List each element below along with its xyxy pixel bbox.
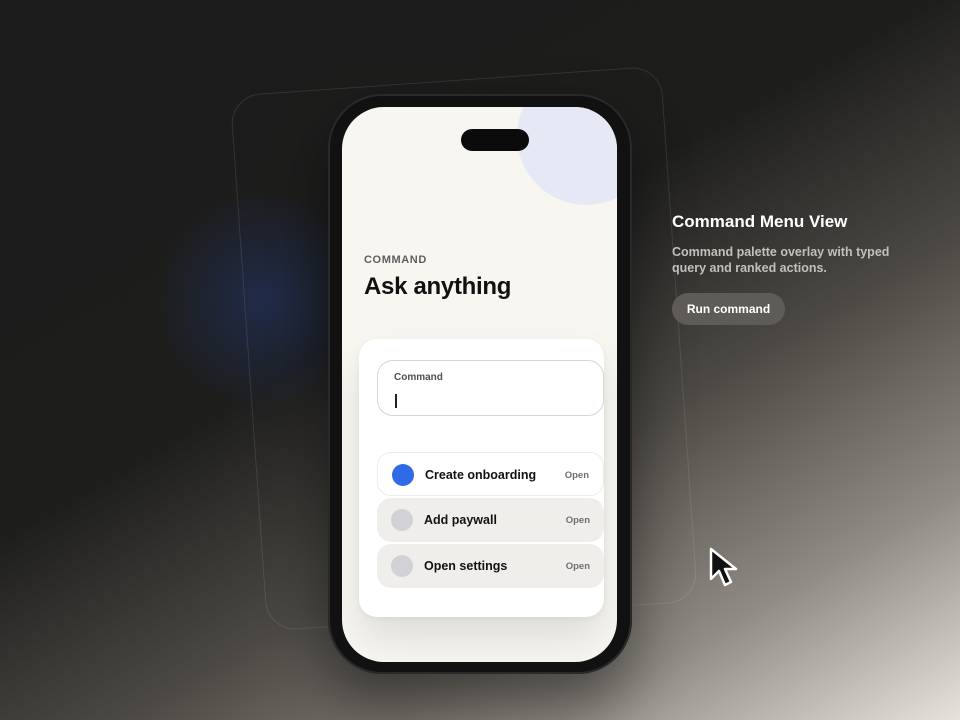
action-meta: Open [565,561,590,572]
page-title: Ask anything [364,273,512,300]
info-description: Command palette overlay with typed query… [672,245,890,275]
action-label: Open settings [424,559,508,573]
phone-screen: COMMAND Ask anything Command Create onbo… [342,107,617,662]
cursor-arrow-icon [709,547,738,587]
action-meta: Open [564,470,589,481]
decorative-circle [517,107,617,205]
action-item-add-paywall[interactable]: Add paywall Open [377,498,604,542]
action-dot-icon [391,555,413,577]
command-input[interactable]: Command [377,360,604,416]
action-item-create-onboarding[interactable]: Create onboarding Open [377,452,604,496]
action-dot-icon [391,509,413,531]
action-meta: Open [565,515,590,526]
run-command-button[interactable]: Run command [672,293,785,325]
command-input-label: Command [394,372,443,383]
phone-frame: COMMAND Ask anything Command Create onbo… [328,94,632,674]
dynamic-island [461,129,529,151]
eyebrow-label: COMMAND [364,254,427,266]
action-label: Add paywall [424,513,497,527]
info-title: Command Menu View [672,212,848,231]
action-dot-icon [392,464,414,486]
action-item-open-settings[interactable]: Open settings Open [377,544,604,588]
command-palette: Command Create onboarding Open Add paywa… [359,339,604,617]
action-label: Create onboarding [425,468,537,482]
text-caret [395,394,397,408]
